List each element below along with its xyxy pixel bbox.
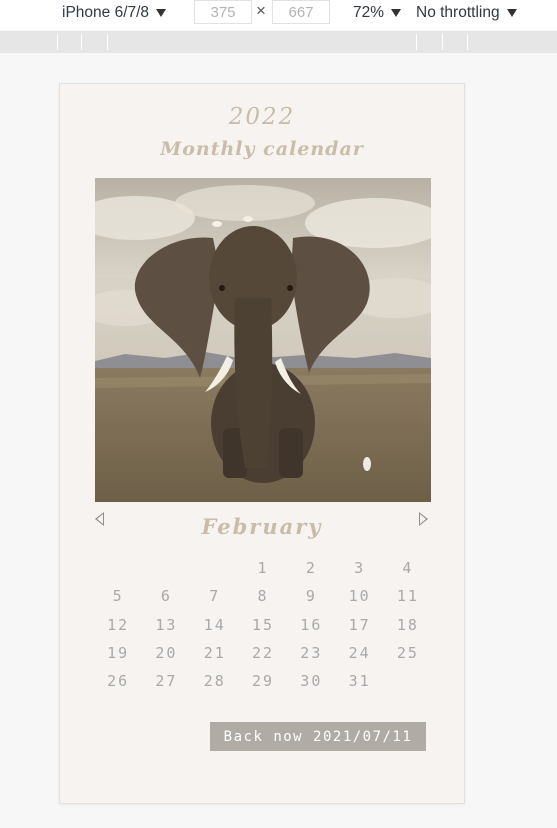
calendar-day[interactable]: 22 (239, 639, 287, 667)
calendar-day[interactable]: 20 (142, 639, 190, 667)
ruler-mark (416, 34, 417, 50)
ruler-mark (81, 34, 82, 50)
calendar-day[interactable]: 21 (191, 639, 239, 667)
chevron-down-icon (391, 8, 402, 17)
month-title: February (201, 514, 323, 539)
calendar-year: 2022 (228, 104, 296, 130)
dimension-separator-icon: × (256, 1, 266, 20)
media-query-ruler[interactable] (0, 31, 557, 53)
calendar-day[interactable]: 19 (94, 639, 142, 667)
ruler-mark (442, 34, 443, 50)
ruler-mark (107, 34, 108, 50)
calendar-day[interactable]: 18 (384, 611, 432, 639)
calendar-day[interactable]: 27 (142, 667, 190, 695)
calendar-blank-cell (142, 554, 190, 582)
calendar-day[interactable]: 29 (239, 667, 287, 695)
ruler-mark (467, 34, 468, 50)
back-now-button[interactable]: Back now 2021/07/11 (210, 722, 426, 751)
throttling-value: No throttling (416, 4, 500, 21)
calendar-day[interactable]: 14 (191, 611, 239, 639)
calendar-day[interactable]: 30 (287, 667, 335, 695)
elephant-photo (95, 178, 431, 502)
device-name: iPhone 6/7/8 (62, 4, 150, 21)
calendar-day[interactable]: 31 (335, 667, 383, 695)
calendar-subtitle: Monthly calendar (160, 138, 364, 160)
calendar-day[interactable]: 12 (94, 611, 142, 639)
calendar-blank-cell (191, 554, 239, 582)
calendar-day[interactable]: 24 (335, 639, 383, 667)
device-selector[interactable]: iPhone 6/7/8 (62, 0, 167, 26)
calendar-day[interactable]: 8 (239, 582, 287, 610)
throttling-selector[interactable]: No throttling (416, 0, 517, 26)
calendar-blank-cell (94, 554, 142, 582)
calendar-day[interactable]: 13 (142, 611, 190, 639)
calendar-day[interactable]: 23 (287, 639, 335, 667)
calendar-day[interactable]: 5 (94, 582, 142, 610)
calendar-day[interactable]: 15 (239, 611, 287, 639)
chevron-down-icon (506, 8, 517, 17)
calendar-day[interactable]: 16 (287, 611, 335, 639)
calendar-day-grid: 1 2 3 4 5 6 7 8 9 10 11 12 13 14 15 16 17 18 19 20 21 22 23 24 2… (94, 554, 432, 695)
device-height-input[interactable]: 667 (272, 0, 330, 24)
device-width-input[interactable]: 375 (194, 0, 252, 24)
calendar-day[interactable]: 7 (191, 582, 239, 610)
calendar-day[interactable]: 3 (335, 554, 383, 582)
next-month-icon[interactable] (419, 512, 428, 526)
calendar-day[interactable]: 10 (335, 582, 383, 610)
calendar-day[interactable]: 11 (384, 582, 432, 610)
chevron-down-icon (156, 8, 167, 17)
calendar-day[interactable]: 9 (287, 582, 335, 610)
zoom-value: 72% (353, 4, 385, 21)
calendar-day[interactable]: 4 (384, 554, 432, 582)
zoom-selector[interactable]: 72% (353, 0, 402, 26)
device-viewport: 2022 Monthly calendar February 1 2 3 4 5… (59, 83, 465, 804)
ruler-mark (57, 34, 58, 50)
calendar-day[interactable]: 25 (384, 639, 432, 667)
calendar-day[interactable]: 2 (287, 554, 335, 582)
calendar-day[interactable]: 28 (191, 667, 239, 695)
calendar-day[interactable]: 1 (239, 554, 287, 582)
calendar-day[interactable]: 6 (142, 582, 190, 610)
calendar-day[interactable]: 17 (335, 611, 383, 639)
devtools-device-toolbar: iPhone 6/7/8 375 × 667 72% No throttling (0, 0, 557, 30)
calendar-day[interactable]: 26 (94, 667, 142, 695)
